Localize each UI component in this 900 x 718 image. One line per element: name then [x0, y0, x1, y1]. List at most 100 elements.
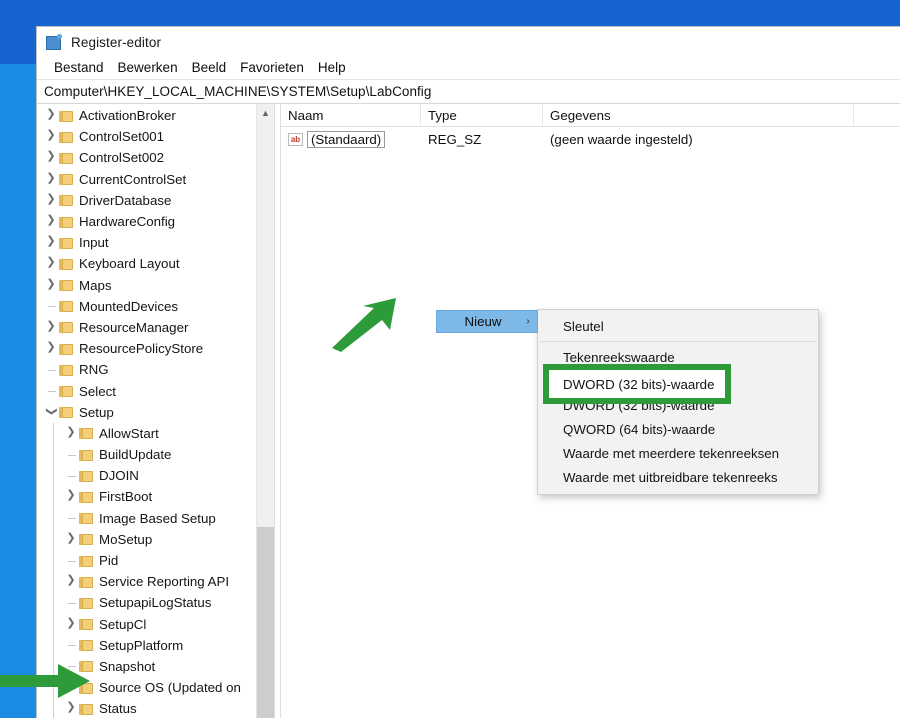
- folder-icon: [59, 173, 73, 186]
- column-header-type[interactable]: Type: [421, 104, 543, 126]
- folder-icon: [79, 597, 93, 609]
- tree-item-buildupdate[interactable]: BuildUpdate: [37, 444, 274, 466]
- tree-item-setup[interactable]: ❯ Setup: [37, 402, 274, 423]
- folder-icon: [79, 470, 93, 482]
- chevron-right-icon[interactable]: ❯: [63, 426, 79, 438]
- menu-item-help[interactable]: Help: [311, 59, 353, 77]
- chevron-right-icon[interactable]: ❯: [43, 257, 59, 268]
- context-menu-item-nieuw[interactable]: Nieuw ›: [436, 310, 538, 333]
- tree-item-mosetup[interactable]: ❯ MoSetup: [37, 528, 274, 551]
- chevron-down-icon[interactable]: ❯: [46, 403, 58, 419]
- menu-bar[interactable]: Bestand Bewerken Beeld Favorieten Help: [37, 57, 900, 79]
- address-bar[interactable]: Computer\HKEY_LOCAL_MACHINE\SYSTEM\Setup…: [37, 79, 900, 104]
- chevron-right-icon[interactable]: ❯: [43, 342, 59, 353]
- tree-item-currentcontrolset[interactable]: ❯ CurrentControlSet: [37, 169, 274, 190]
- registry-editor-window: Register-editor Bestand Bewerken Beeld F…: [36, 26, 900, 718]
- folder-icon: [79, 512, 93, 525]
- value-type-cell: REG_SZ: [428, 131, 482, 147]
- tree-item-setupplatform[interactable]: SetupPlatform: [37, 634, 274, 657]
- chevron-right-icon[interactable]: ❯: [63, 575, 79, 586]
- tree-item-rng[interactable]: RNG: [37, 359, 274, 380]
- folder-icon: [79, 576, 93, 588]
- chevron-right-icon[interactable]: ❯: [43, 130, 59, 141]
- tree-item-label: DJOIN: [99, 468, 139, 484]
- tree-item-controlset001[interactable]: ❯ ControlSet001: [37, 126, 274, 147]
- pane-splitter[interactable]: [274, 104, 281, 718]
- tree-item-label: Maps: [79, 277, 112, 293]
- registry-tree[interactable]: ❯ ActivationBroker ❯ ControlSet001 ❯ ControlS…: [37, 104, 274, 718]
- arrow-pointing-to-labconfig-key: [0, 664, 90, 698]
- tree-item-label: SetupPlatform: [99, 637, 184, 653]
- folder-icon: [79, 639, 93, 652]
- submenu-item-qword-64-bits-waarde[interactable]: QWORD (64 bits)-waarde: [538, 417, 818, 441]
- tree-item-label: Keyboard Layout: [79, 256, 180, 272]
- values-list[interactable]: ab (Standaard) REG_SZ (geen waarde inges…: [281, 127, 900, 150]
- value-name-cell[interactable]: ab (Standaard): [281, 130, 421, 148]
- submenu-item-waarde-met-uitbreidbare-tekenreeks[interactable]: Waarde met uitbreidbare tekenreeks: [538, 465, 818, 489]
- tree-item-pid[interactable]: Pid: [37, 549, 274, 572]
- tree-item-label: FirstBoot: [99, 489, 153, 505]
- chevron-right-icon[interactable]: ❯: [63, 702, 79, 713]
- menu-item-bewerken[interactable]: Bewerken: [111, 59, 185, 77]
- tree-item-mounteddevices[interactable]: MountedDevices: [37, 296, 274, 317]
- tree-item-allowstart[interactable]: ❯ AllowStart: [37, 422, 274, 445]
- tree-item-label: ResourceManager: [79, 319, 189, 335]
- folder-icon: [79, 533, 93, 546]
- registry-tree-pane[interactable]: ❯ ActivationBroker ❯ ControlSet001 ❯ ControlS…: [37, 104, 274, 718]
- value-name-text: (Standaard): [307, 130, 386, 148]
- folder-icon: [59, 258, 73, 270]
- tree-item-setupcl[interactable]: ❯ SetupCl: [37, 613, 274, 635]
- chevron-right-icon[interactable]: ❯: [43, 236, 59, 247]
- chevron-right-icon[interactable]: ❯: [43, 320, 59, 332]
- chevron-right-icon[interactable]: ❯: [43, 172, 59, 184]
- tree-item-service-reporting-api[interactable]: ❯ Service Reporting API: [37, 571, 274, 593]
- folder-icon: [59, 406, 73, 419]
- arrow-pointing-to-nieuw-menu: [332, 298, 396, 352]
- submenu-item-sleutel[interactable]: Sleutel: [538, 314, 818, 338]
- tree-vertical-scrollbar[interactable]: ▲: [256, 104, 274, 718]
- tree-item-hardwareconfig[interactable]: ❯ HardwareConfig: [37, 211, 274, 232]
- tree-item-label: BuildUpdate: [99, 447, 172, 463]
- chevron-right-icon[interactable]: ❯: [63, 617, 79, 629]
- tree-item-maps[interactable]: ❯ Maps: [37, 275, 274, 296]
- tree-item-label: Image Based Setup: [99, 510, 216, 526]
- tree-item-label: Status: [99, 701, 137, 717]
- tree-item-select[interactable]: Select: [37, 380, 274, 401]
- tree-item-djoin[interactable]: DJOIN: [37, 465, 274, 487]
- menu-item-favorieten[interactable]: Favorieten: [233, 59, 311, 77]
- tree-item-setupapilogstatus[interactable]: SetupapiLogStatus: [37, 592, 274, 614]
- tree-item-keyboard-layout[interactable]: ❯ Keyboard Layout: [37, 253, 274, 274]
- chevron-right-icon[interactable]: ❯: [43, 151, 59, 162]
- ab-string-icon: ab: [288, 132, 303, 146]
- menu-item-beeld[interactable]: Beeld: [185, 59, 234, 77]
- chevron-right-icon[interactable]: ❯: [63, 532, 79, 544]
- tree-item-status[interactable]: ❯ Status: [37, 698, 274, 718]
- scrollbar-thumb[interactable]: [257, 527, 274, 718]
- tree-item-activationbroker[interactable]: ❯ ActivationBroker: [37, 105, 274, 126]
- values-column-header[interactable]: Naam Type Gegevens: [281, 104, 900, 127]
- tree-item-input[interactable]: ❯ Input: [37, 232, 274, 253]
- tree-item-firstboot[interactable]: ❯ FirstBoot: [37, 486, 274, 508]
- tree-item-resourcemanager[interactable]: ❯ ResourceManager: [37, 317, 274, 338]
- chevron-right-icon[interactable]: ❯: [43, 193, 59, 205]
- submenu-item-waarde-met-meerdere-tekenreeksen[interactable]: Waarde met meerdere tekenreeksen: [538, 441, 818, 465]
- scroll-up-icon[interactable]: ▲: [257, 104, 274, 121]
- window-title: Register-editor: [71, 34, 162, 50]
- tree-item-resourcepolicystore[interactable]: ❯ ResourcePolicyStore: [37, 338, 274, 359]
- chevron-right-icon[interactable]: ❯: [63, 490, 79, 501]
- tree-item-image-based-setup[interactable]: Image Based Setup: [37, 507, 274, 529]
- tree-item-label: DriverDatabase: [79, 192, 172, 208]
- chevron-right-icon[interactable]: ❯: [43, 215, 59, 226]
- chevron-right-icon: ›: [526, 316, 530, 327]
- folder-icon: [59, 279, 73, 292]
- tree-item-driverdatabase[interactable]: ❯ DriverDatabase: [37, 190, 274, 211]
- submenu-item-dword-32[interactable]: DWORD (32 bits)-waarde: [549, 370, 725, 398]
- tree-item-controlset002[interactable]: ❯ ControlSet002: [37, 147, 274, 168]
- tree-item-label: Select: [79, 383, 116, 399]
- chevron-right-icon[interactable]: ❯: [43, 278, 59, 290]
- menu-item-bestand[interactable]: Bestand: [47, 59, 111, 77]
- chevron-right-icon[interactable]: ❯: [43, 109, 59, 120]
- table-row[interactable]: ab (Standaard) REG_SZ (geen waarde inges…: [281, 128, 900, 150]
- column-header-naam[interactable]: Naam: [281, 104, 421, 126]
- column-header-gegevens[interactable]: Gegevens: [543, 104, 854, 126]
